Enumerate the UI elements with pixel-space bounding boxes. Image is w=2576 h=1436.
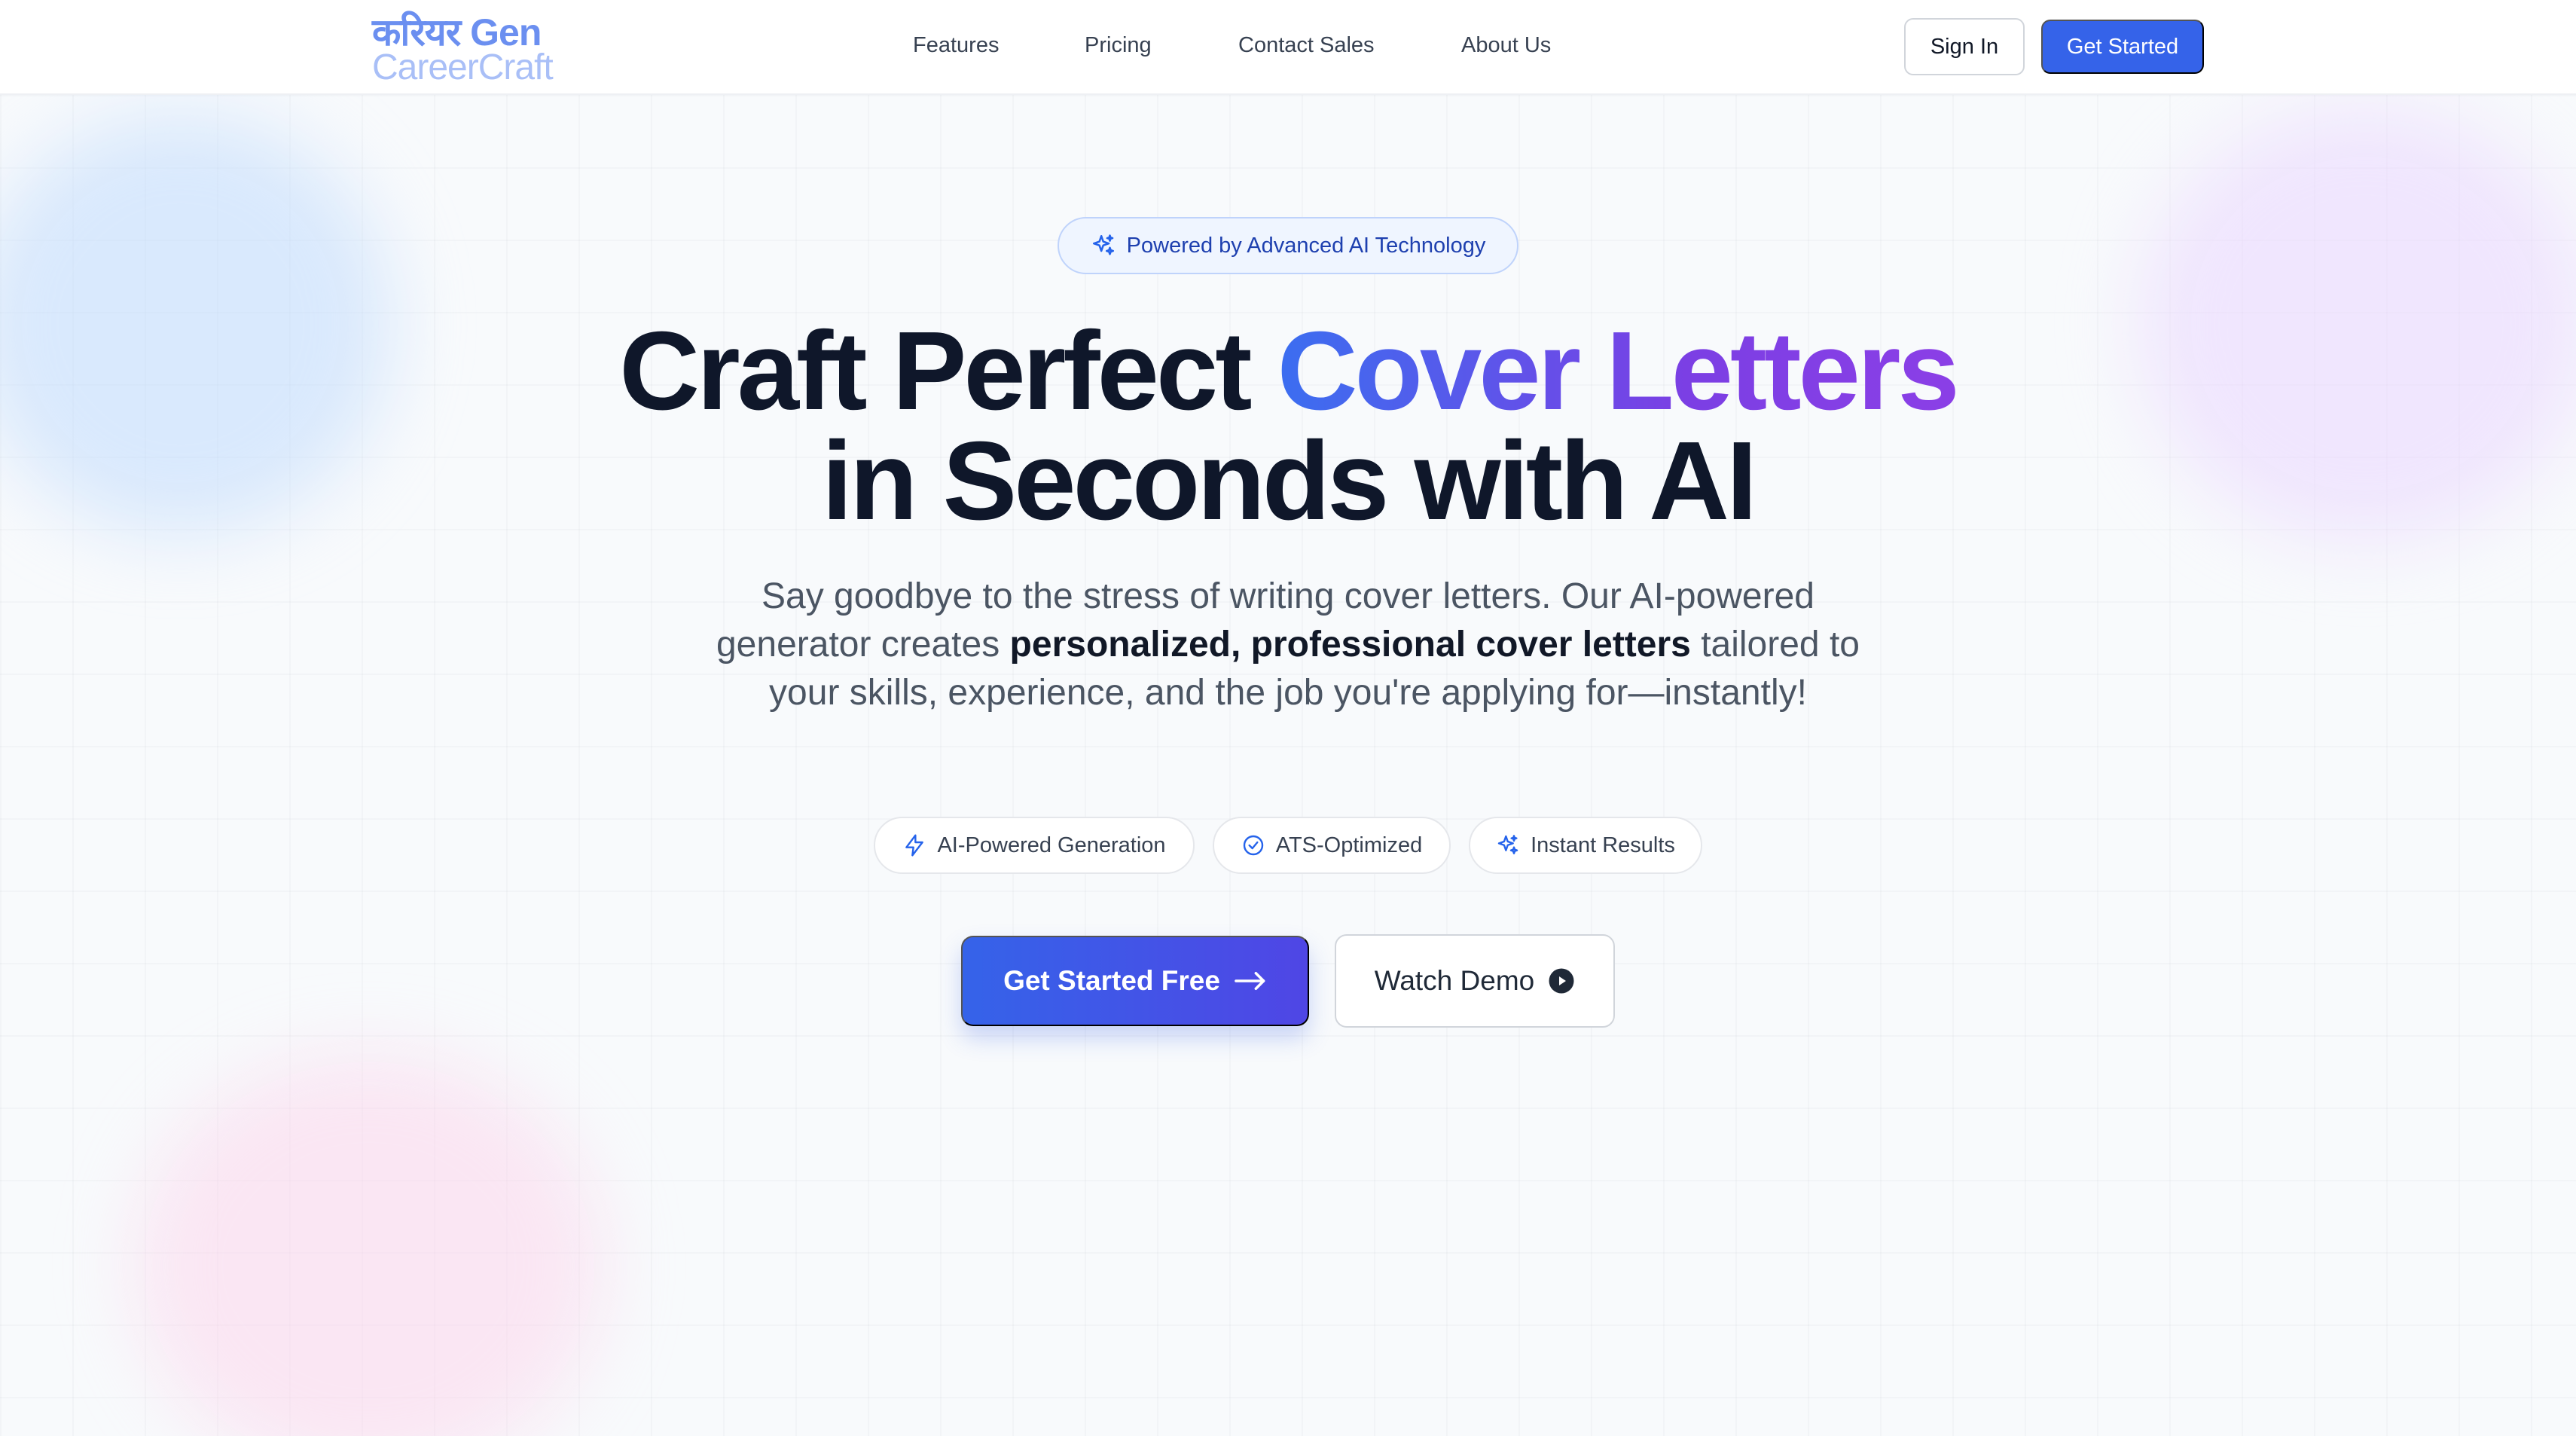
play-circle-icon (1549, 968, 1574, 994)
sparkles-icon (1092, 234, 1114, 255)
cta-secondary-label: Watch Demo (1374, 965, 1535, 996)
nav-link-about-us[interactable]: About Us (1461, 33, 1551, 58)
hero-headline: Craft Perfect Cover Letters in Seconds w… (527, 316, 2049, 537)
chip-label: Instant Results (1531, 833, 1675, 857)
top-navbar: करियर Gen CareerCraft Features Pricing C… (0, 0, 2576, 95)
chip-label: ATS-Optimized (1275, 833, 1423, 857)
logo-line-hindi: करियर Gen (372, 11, 542, 53)
feature-chip-ai-powered: AI-Powered Generation (874, 817, 1195, 874)
headline-text: Craft Perfect (619, 309, 1277, 433)
watch-demo-button[interactable]: Watch Demo (1335, 934, 1615, 1028)
badge-text: Powered by Advanced AI Technology (1126, 233, 1486, 258)
nav-link-pricing[interactable]: Pricing (1085, 33, 1152, 58)
logo-line-brand: CareerCraft (372, 47, 554, 87)
cta-primary-label: Get Started Free (1003, 965, 1220, 996)
powered-by-badge: Powered by Advanced AI Technology (1058, 217, 1518, 274)
get-started-free-button[interactable]: Get Started Free (961, 936, 1309, 1026)
logo[interactable]: करियर Gen CareerCraft (372, 11, 554, 87)
check-circle-icon (1243, 835, 1263, 856)
feature-chip-ats-optimized: ATS-Optimized (1213, 817, 1451, 874)
chip-label: AI-Powered Generation (937, 833, 1166, 857)
nav-link-contact-sales[interactable]: Contact Sales (1238, 33, 1375, 58)
hero-subtitle: Say goodbye to the stress of writing cov… (700, 573, 1876, 717)
get-started-nav-button[interactable]: Get Started (2041, 20, 2204, 74)
sign-in-button[interactable]: Sign In (1904, 18, 2025, 75)
arrow-right-icon (1235, 971, 1265, 991)
nav-link-features[interactable]: Features (913, 33, 999, 58)
subtitle-emphasis: personalized, professional cover letters (1009, 625, 1691, 665)
lightning-icon (905, 834, 924, 857)
background-blob-purple (2139, 105, 2576, 542)
feature-chip-instant-results: Instant Results (1469, 817, 1702, 874)
landing-page: करियर Gen CareerCraft Features Pricing C… (0, 0, 2576, 1436)
headline-highlight: Cover Letters (1277, 309, 1960, 433)
sparkles-icon (1497, 835, 1518, 854)
headline-line2: in Seconds with AI (821, 419, 1757, 543)
